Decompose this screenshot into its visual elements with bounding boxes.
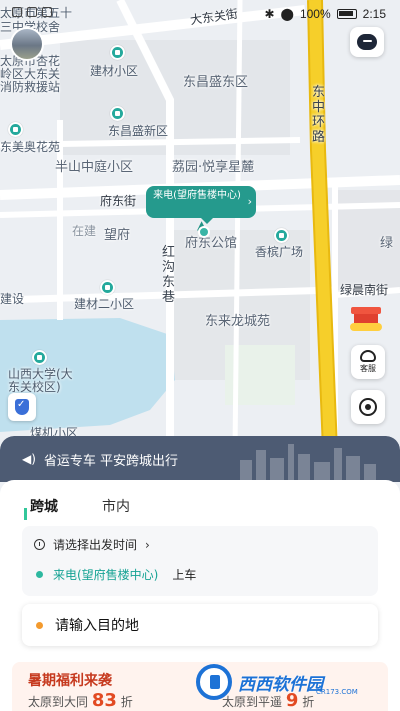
map-label-dongchangsheng-new: 东昌盛新区	[108, 124, 169, 138]
poi-pin-icon[interactable]	[110, 106, 125, 121]
poi-pin-icon[interactable]	[32, 350, 47, 365]
map-label-liyuan: 荔园·悦享星麓	[172, 160, 255, 175]
map-label-under-construction: 在建	[72, 224, 97, 238]
promotion-gift-button[interactable]	[346, 303, 386, 335]
trip-type-tabs: 跨城 市内	[24, 494, 132, 520]
shield-icon	[15, 399, 29, 415]
notice-bar[interactable]: ◀) 省运专车 平安跨城出行	[0, 436, 400, 482]
map-label-fudong-street: 府东街	[100, 194, 137, 208]
chat-icon	[357, 34, 377, 50]
status-bar: ✱ ⬤ 100% 2:15	[0, 0, 400, 28]
start-location-row[interactable]: 来电(望府售楼中心) 上车	[34, 566, 196, 583]
customer-service-label: 客服	[360, 364, 376, 373]
departure-time-label: 请选择出发时间	[53, 538, 138, 552]
map-label-jiancai-xiaoqu: 建材小区	[90, 64, 139, 78]
departure-time-row[interactable]: 请选择出发时间 ›	[34, 536, 150, 553]
promo-route-1: 太原到大同 83 折	[28, 690, 133, 711]
battery-percent: 100%	[299, 7, 331, 21]
map-label-dongchangsheng-east: 东昌盛东区	[183, 75, 249, 90]
map-label-wangfu: 望府	[104, 228, 131, 243]
clock: 2:15	[362, 7, 386, 21]
map-label-jiancai-erxiaoqu: 建材二小区	[74, 297, 135, 311]
gift-tag-icon	[350, 323, 382, 331]
boarding-label: 上车	[172, 568, 197, 582]
destination-dot-icon	[36, 621, 43, 629]
watermark-text: 西西软件园	[238, 674, 323, 695]
battery-icon	[336, 9, 357, 19]
poi-pin-icon[interactable]	[100, 280, 115, 295]
pickup-location-bubble[interactable]: 来电(望府售楼中心) ›	[146, 186, 256, 224]
poi-pin-icon[interactable]	[274, 228, 289, 243]
promo-title: 暑期福利来袭	[28, 673, 112, 689]
skyline-decoration	[240, 444, 376, 480]
map-label-shanxi-university: 山西大学(大 东关校区)	[8, 367, 73, 394]
chevron-right-icon: ›	[247, 195, 252, 208]
avatar[interactable]	[10, 27, 44, 61]
destination-placeholder: 请输入目的地	[55, 618, 139, 634]
tab-indicator	[24, 508, 27, 520]
map-label-dongmei-aohua: 东美奥花苑	[0, 140, 61, 154]
map-label-fire-station: 太原市杏花 岭区大东关 消防救援站	[0, 54, 61, 94]
pickup-dot-icon	[198, 226, 210, 238]
tab-intracity[interactable]: 市内	[100, 494, 132, 518]
map-label-banshan-zhongting: 半山中庭小区	[55, 160, 134, 175]
poi-pin-icon[interactable]	[110, 45, 125, 60]
locate-me-button[interactable]	[351, 390, 385, 424]
clock-icon	[34, 539, 45, 550]
tab-intercity[interactable]: 跨城	[28, 494, 60, 518]
map-label-fudong-gongguan: 府东公馆	[185, 236, 238, 251]
pickup-location-label: 来电(望府售楼中心)	[153, 190, 241, 201]
start-location-label: 来电(望府售楼中心)	[53, 568, 159, 582]
watermark: 西西软件园 CR173.COM	[196, 662, 382, 702]
message-button[interactable]	[350, 27, 384, 57]
map-label-lvchen-nanjie: 绿晨南街	[340, 283, 389, 297]
safety-button[interactable]	[8, 393, 36, 421]
poi-pin-icon[interactable]	[8, 122, 23, 137]
headset-icon	[360, 350, 376, 362]
destination-input[interactable]: 请输入目的地	[22, 604, 378, 646]
location-icon: ⬤	[280, 7, 294, 21]
customer-service-button[interactable]: 客服	[351, 345, 385, 379]
promo-route-1-suffix: 折	[120, 695, 133, 709]
map-view[interactable]: 太原市第五十 三中学校舍 太原市杏花 岭区大东关 消防救援站 大东关街 建材小区…	[0, 0, 400, 450]
map-label-donglai-longcheng: 东来龙城苑	[205, 314, 271, 329]
map-label-dongzhong-ring-road: 东中环路	[312, 85, 326, 145]
locate-icon	[359, 398, 377, 416]
watermark-logo-icon	[196, 664, 232, 700]
map-label-xiangheng-square: 香槟广场	[255, 245, 304, 259]
speaker-icon: ◀)	[22, 452, 36, 466]
watermark-sub: CR173.COM	[316, 688, 358, 696]
start-dot-icon	[36, 571, 43, 578]
map-label-lv: 绿	[380, 236, 394, 251]
pickup-marker: ▲	[194, 218, 214, 238]
notice-text: 省运专车 平安跨城出行	[43, 453, 179, 469]
promo-route-1-label: 太原到大同	[28, 695, 89, 709]
trip-info-box: 请选择出发时间 › 来电(望府售楼中心) 上车	[22, 526, 378, 596]
map-label-jianshe: 建设	[0, 292, 25, 306]
bluetooth-icon: ✱	[264, 7, 275, 21]
promo-route-1-price: 83	[91, 690, 117, 711]
map-label-hongou-dongxiang: 红沟东巷	[162, 245, 176, 305]
chevron-right-icon: ›	[145, 537, 150, 552]
